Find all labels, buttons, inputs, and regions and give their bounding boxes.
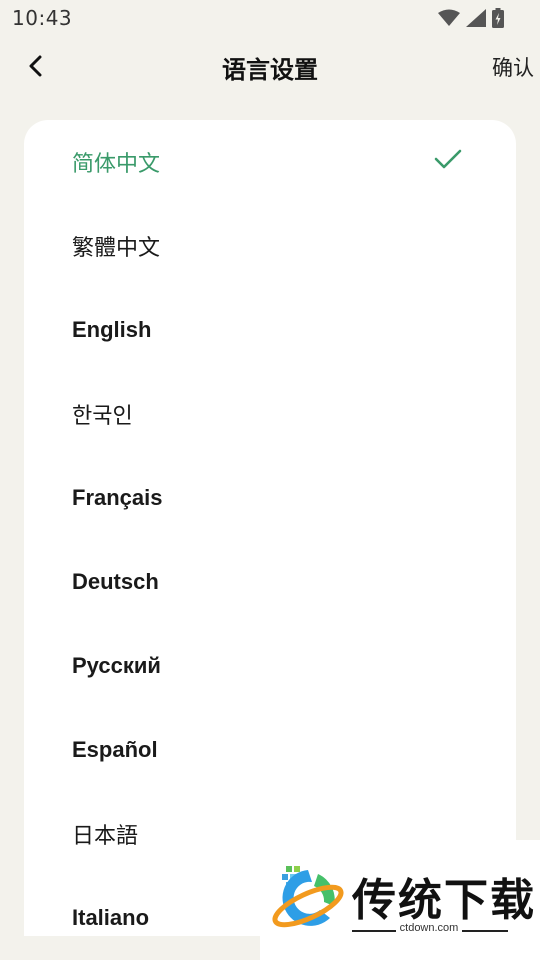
- language-list: 简体中文 繁體中文 English 한국인 Français Deutsch Р…: [24, 120, 516, 936]
- language-label: Deutsch: [72, 569, 159, 594]
- language-label: 日本語: [72, 824, 139, 849]
- check-icon: [434, 149, 462, 169]
- language-item-english[interactable]: English: [24, 288, 516, 372]
- language-label: 简体中文: [72, 152, 161, 177]
- watermark-divider-right: [462, 930, 508, 932]
- watermark-logo-icon: [272, 866, 344, 928]
- watermark-divider-left: [352, 930, 396, 932]
- wifi-icon: [438, 9, 460, 26]
- cellular-signal-icon: [466, 9, 486, 27]
- language-item-korean[interactable]: 한국인: [24, 372, 516, 456]
- language-label: English: [72, 317, 152, 342]
- status-time: 10:43: [12, 6, 73, 30]
- status-bar: 10:43: [0, 0, 540, 36]
- language-label: Français: [72, 485, 163, 510]
- language-item-spanish[interactable]: Español: [24, 708, 516, 792]
- language-item-traditional-chinese[interactable]: 繁體中文: [24, 204, 516, 288]
- language-item-simplified-chinese[interactable]: 简体中文: [24, 120, 516, 204]
- watermark-text: 传统下载: [352, 875, 536, 926]
- language-label: 繁體中文: [72, 236, 161, 261]
- page-title: 语言设置: [222, 56, 318, 84]
- language-label: Español: [72, 737, 158, 762]
- watermark: 传统下载 ctdown.com: [260, 840, 540, 960]
- language-item-german[interactable]: Deutsch: [24, 540, 516, 624]
- language-item-french[interactable]: Français: [24, 456, 516, 540]
- status-icons: [438, 8, 504, 28]
- language-label: 한국인: [72, 404, 133, 429]
- language-label: Italiano: [72, 905, 150, 930]
- watermark-domain: ctdown.com: [399, 922, 459, 934]
- language-label: Русский: [72, 653, 161, 678]
- app-header: 语言设置 确认: [0, 36, 540, 100]
- confirm-button[interactable]: 确认: [492, 52, 534, 82]
- language-item-russian[interactable]: Русский: [24, 624, 516, 708]
- battery-icon: [492, 8, 504, 28]
